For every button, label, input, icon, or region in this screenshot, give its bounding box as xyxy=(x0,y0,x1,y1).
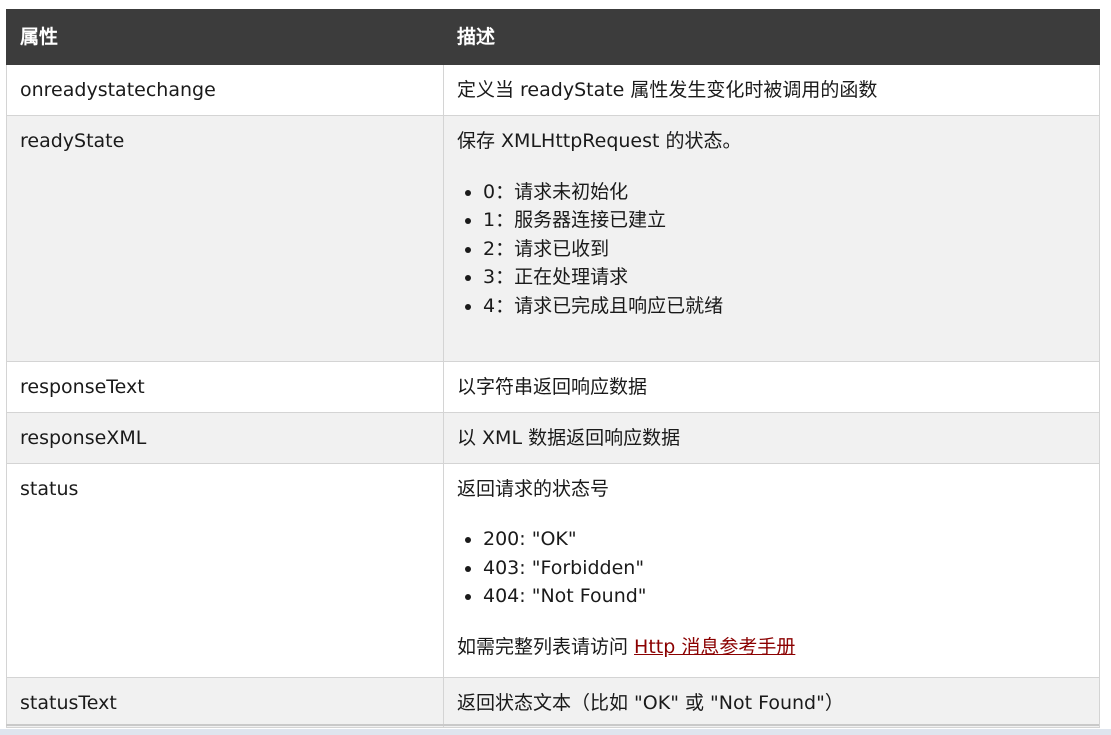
description-cell: 以 XML 数据返回响应数据 xyxy=(443,411,1100,464)
description-text: 以字符串返回响应数据 xyxy=(457,376,648,398)
description-cell: 以字符串返回响应数据 xyxy=(443,361,1100,413)
list-item: 404: "Not Found" xyxy=(483,582,1086,611)
full-list-prefix: 如需完整列表请访问 xyxy=(457,635,635,658)
description-text: 保存 XMLHttpRequest 的状态。 xyxy=(457,130,742,152)
table-row: responseText 以字符串返回响应数据 xyxy=(6,361,1100,413)
table-row: onreadystatechange 定义当 readyState 属性发生变化… xyxy=(6,64,1100,116)
list-item: 403: "Forbidden" xyxy=(483,554,1086,583)
list-item: 0：请求未初始化 xyxy=(483,178,1086,207)
table-row: responseXML 以 XML 数据返回响应数据 xyxy=(6,411,1100,464)
property-name: status xyxy=(20,477,79,500)
table-row: statusText 返回状态文本（比如 "OK" 或 "Not Found"） xyxy=(6,676,1100,728)
property-cell: responseText xyxy=(6,361,444,413)
full-list-note: 如需完整列表请访问 Http 消息参考手册 xyxy=(457,633,1086,662)
property-cell: status xyxy=(6,462,444,678)
xhr-properties-table: 属性 描述 onreadystatechange 定义当 readyState … xyxy=(6,9,1100,728)
property-name: responseXML xyxy=(20,426,147,449)
table-bottom-shadow xyxy=(6,724,1099,726)
list-item: 2：请求已收到 xyxy=(483,235,1086,264)
description-text: 返回请求的状态号 xyxy=(457,477,610,500)
list-item: 4：请求已完成且响应已就绪 xyxy=(483,292,1086,321)
description-text: 定义当 readyState 属性发生变化时被调用的函数 xyxy=(457,79,878,101)
property-name: responseText xyxy=(20,376,145,398)
property-name: onreadystatechange xyxy=(20,79,216,101)
description-cell: 保存 XMLHttpRequest 的状态。 0：请求未初始化 1：服务器连接已… xyxy=(443,115,1100,362)
ready-state-values-list: 0：请求未初始化 1：服务器连接已建立 2：请求已收到 3：正在处理请求 4：请… xyxy=(457,178,1086,321)
list-item: 200: "OK" xyxy=(483,525,1086,554)
property-cell: responseXML xyxy=(6,411,444,464)
column-header-property: 属性 xyxy=(6,9,444,65)
table-row: readyState 保存 XMLHttpRequest 的状态。 0：请求未初… xyxy=(6,115,1100,362)
status-values-list: 200: "OK" 403: "Forbidden" 404: "Not Fou… xyxy=(457,525,1086,611)
page: 属性 描述 onreadystatechange 定义当 readyState … xyxy=(0,0,1111,735)
table-row: status 返回请求的状态号 200: "OK" 403: "Forbidde… xyxy=(6,462,1100,678)
window-bottom-strip xyxy=(0,729,1111,735)
list-item: 3：正在处理请求 xyxy=(483,263,1086,292)
column-header-description: 描述 xyxy=(443,9,1100,65)
property-name: statusText xyxy=(20,691,117,714)
property-cell: onreadystatechange xyxy=(6,64,444,116)
table-header-row: 属性 描述 xyxy=(6,9,1100,65)
property-cell: readyState xyxy=(6,115,444,362)
description-cell: 定义当 readyState 属性发生变化时被调用的函数 xyxy=(443,64,1100,116)
description-text: 以 XML 数据返回响应数据 xyxy=(457,426,681,449)
description-cell: 返回状态文本（比如 "OK" 或 "Not Found"） xyxy=(443,676,1100,728)
property-name: readyState xyxy=(20,130,125,152)
http-message-reference-link[interactable]: Http 消息参考手册 xyxy=(634,636,795,658)
description-cell: 返回请求的状态号 200: "OK" 403: "Forbidden" 404:… xyxy=(443,462,1100,678)
property-cell: statusText xyxy=(6,676,444,728)
description-text: 返回状态文本（比如 "OK" 或 "Not Found"） xyxy=(457,691,844,714)
list-item: 1：服务器连接已建立 xyxy=(483,206,1086,235)
